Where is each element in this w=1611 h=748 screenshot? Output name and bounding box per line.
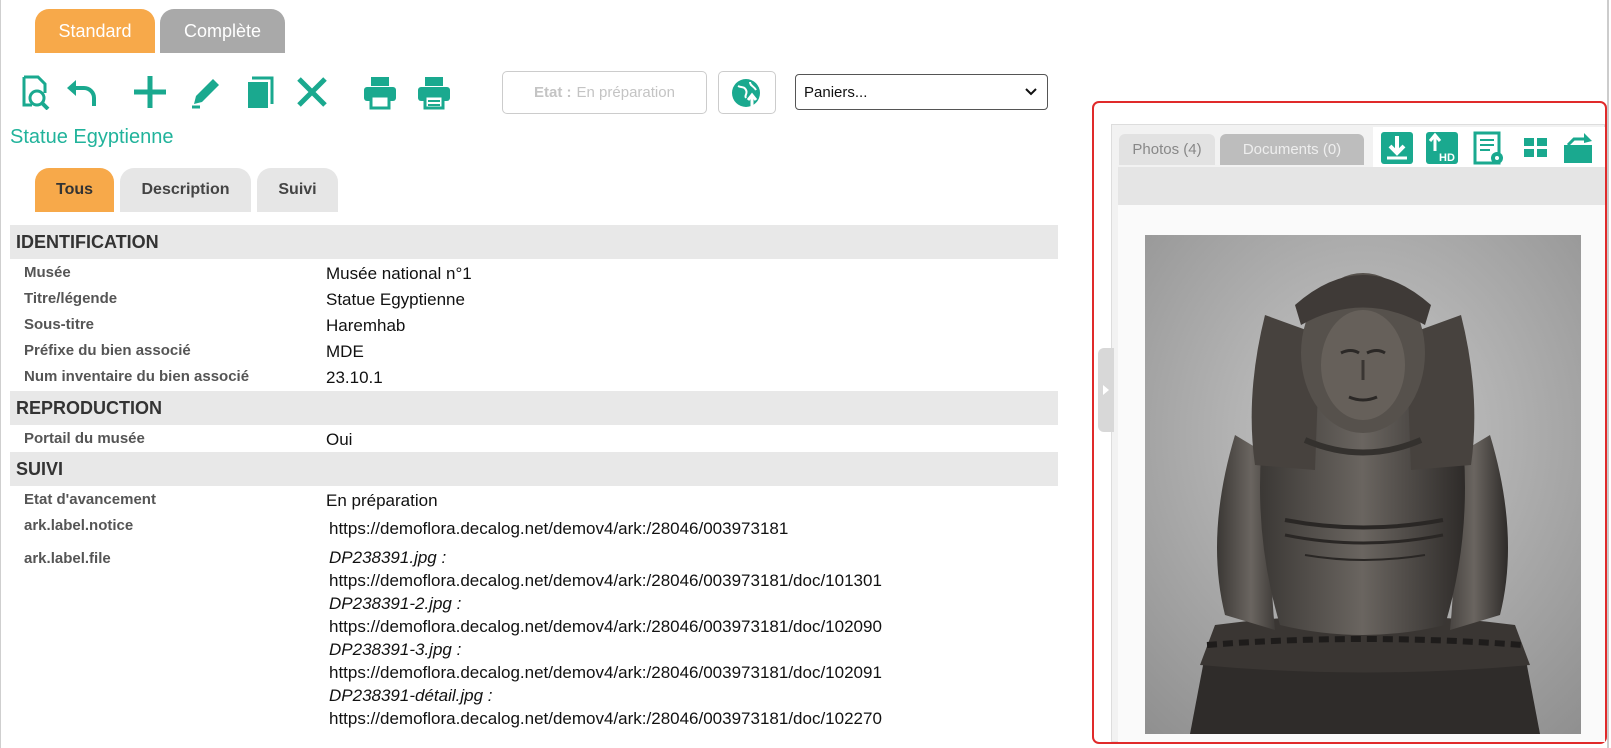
file-url[interactable]: https://demoflora.decalog.net/demov4/ark… <box>329 569 882 592</box>
ark-file-list: DP238391.jpg : https://demoflora.decalog… <box>329 546 882 730</box>
print-list-icon[interactable] <box>414 72 454 112</box>
tab-complete[interactable]: Complète <box>160 9 285 53</box>
tab-documents[interactable]: Documents (0) <box>1220 134 1364 165</box>
left-border <box>0 0 1 748</box>
field-label: Titre/légende <box>24 290 118 307</box>
window-scrollbar[interactable] <box>1607 0 1609 748</box>
field-value: 23.10.1 <box>326 368 383 387</box>
paniers-select[interactable]: Paniers... <box>795 74 1048 110</box>
paniers-selected: Paniers... <box>804 83 868 101</box>
etat-label: Etat : <box>534 84 572 101</box>
file-url[interactable]: https://demoflora.decalog.net/demov4/ark… <box>329 615 882 638</box>
tab-photos[interactable]: Photos (4) <box>1119 134 1215 165</box>
field-value: En préparation <box>326 491 438 510</box>
field-label: Num inventaire du bien associé <box>24 368 250 385</box>
chevron-down-icon <box>1025 88 1037 96</box>
statue-photo[interactable] <box>1145 235 1581 734</box>
field-label: ark.label.notice <box>24 517 134 534</box>
file-url[interactable]: https://demoflora.decalog.net/demov4/ark… <box>329 661 882 684</box>
globe-upload-icon <box>732 78 760 107</box>
delete-icon[interactable] <box>292 72 332 112</box>
field-value: Statue Egyptienne <box>326 290 465 309</box>
add-to-basket-icon[interactable] <box>1562 131 1596 165</box>
etat-status-field: Etat : En préparation <box>502 71 707 114</box>
undo-icon[interactable] <box>62 72 102 112</box>
section-reproduction: REPRODUCTION <box>10 391 1058 425</box>
tab-tous[interactable]: Tous <box>35 168 114 212</box>
file-url[interactable]: https://demoflora.decalog.net/demov4/ark… <box>329 707 882 730</box>
file-name: DP238391-détail.jpg : <box>329 686 493 705</box>
tab-standard[interactable]: Standard <box>35 9 155 53</box>
download-hd-icon[interactable]: HD <box>1425 131 1459 165</box>
field-label: Etat d'avancement <box>24 491 156 508</box>
preview-icon[interactable] <box>14 72 54 112</box>
download-icon[interactable] <box>1380 131 1414 165</box>
panel-collapse-handle[interactable] <box>1098 348 1114 432</box>
field-label: ark.label.file <box>24 550 111 567</box>
record-title: Statue Egyptienne <box>10 126 174 148</box>
edit-icon[interactable] <box>186 72 226 112</box>
ark-notice-link[interactable]: https://demoflora.decalog.net/demov4/ark… <box>329 519 788 539</box>
field-value: Musée national n°1 <box>326 264 472 283</box>
field-label: Portail du musée <box>24 430 145 447</box>
print-icon[interactable] <box>360 72 400 112</box>
svg-text:HD: HD <box>1439 152 1455 164</box>
tab-description[interactable]: Description <box>120 168 251 212</box>
file-name: DP238391-2.jpg : <box>329 594 462 613</box>
chevron-right-icon <box>1103 385 1109 395</box>
field-label: Préfixe du bien associé <box>24 342 191 359</box>
field-label: Musée <box>24 264 71 281</box>
field-value: MDE <box>326 342 364 361</box>
field-value: Oui <box>326 430 353 449</box>
section-identification: IDENTIFICATION <box>10 225 1058 259</box>
etat-value: En préparation <box>576 84 675 101</box>
field-value: Haremhab <box>326 316 406 335</box>
add-icon[interactable] <box>130 72 170 112</box>
copy-icon[interactable] <box>240 72 280 112</box>
details-icon[interactable] <box>1472 131 1506 165</box>
media-filter-bar <box>1118 167 1605 205</box>
field-label: Sous-titre <box>24 316 95 333</box>
tab-suivi[interactable]: Suivi <box>257 168 338 212</box>
file-name: DP238391.jpg : <box>329 548 447 567</box>
publish-globe-button[interactable] <box>718 71 776 114</box>
file-name: DP238391-3.jpg : <box>329 640 462 659</box>
statue-image <box>1145 235 1581 734</box>
section-suivi: SUIVI <box>10 452 1058 486</box>
grid-view-icon[interactable] <box>1519 131 1553 165</box>
